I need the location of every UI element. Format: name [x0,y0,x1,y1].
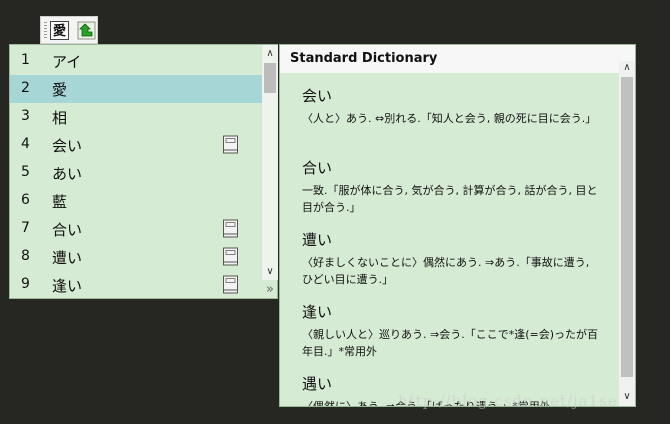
candidate-word: 相 [52,109,68,127]
candidate-word: アイ [52,53,82,71]
expand-button[interactable]: » [262,281,278,299]
dictionary-title: Standard Dictionary [280,45,635,73]
scroll-thumb[interactable] [264,63,276,93]
dict-scroll-down-button[interactable]: ∨ [619,389,635,405]
candidate-row[interactable]: 8 遭い [10,243,262,271]
dictionary-entries: 会い〈人と〉あう. ⇔別れる.「知人と会う, 親の死に目に会う.」合い一致.「服… [302,85,599,406]
candidate-number: 9 [21,276,30,292]
candidate-word: 逢い [52,277,83,295]
candidate-row[interactable]: 1 アイ [10,47,262,75]
candidate-row[interactable]: 9 逢い [10,271,262,299]
candidate-row[interactable]: 2愛 [10,75,262,103]
candidate-word: 遭い [52,249,83,267]
candidate-number: 7 [21,220,30,236]
candidate-number: 6 [21,192,30,208]
candidate-word: 愛 [52,81,68,99]
scroll-down-button[interactable]: ∨ [262,264,278,280]
candidate-row[interactable]: 7 合い [10,215,262,243]
candidate-number: 4 [21,136,30,152]
scroll-up-button[interactable]: ∧ [262,46,278,62]
dict-scroll-up-button[interactable]: ∧ [619,61,635,75]
candidate-word: あい [52,165,83,183]
dictionary-entry: 遭い〈好ましくないことに〉偶然にあう. ⇒あう.「事故に遭う, ひどい目に遭う.… [302,229,599,301]
candidate-word: 合い [52,221,83,239]
entry-definition: 〈好ましくないことに〉偶然にあう. ⇒あう.「事故に遭う, ひどい目に遭う.」 [302,256,590,286]
candidate-number: 8 [21,248,30,264]
green-arrow-icon[interactable] [77,21,96,40]
dictionary-book-icon[interactable] [222,219,239,238]
candidate-word: 藍 [52,193,68,211]
entry-headword: 会い [302,87,333,105]
candidate-row[interactable]: 3相 [10,103,262,131]
candidate-row[interactable]: 5 あい [10,159,262,187]
candidate-number: 1 [21,52,30,68]
dictionary-book-icon[interactable] [222,247,239,266]
dictionary-panel: Standard Dictionary 会い〈人と〉あう. ⇔別れる.「知人と会… [279,44,636,407]
candidate-number: 2 [21,80,30,96]
entry-headword: 逢い [302,303,333,321]
entry-definition: 〈人と〉あう. ⇔別れる.「知人と会う, 親の死に目に会う.」 [302,112,597,125]
dictionary-scrollbar[interactable]: ∧ ∨ [619,61,635,406]
dictionary-entry: 会い〈人と〉あう. ⇔別れる.「知人と会う, 親の死に目に会う.」 [302,85,599,157]
candidate-number: 5 [21,164,30,180]
entry-headword: 合い [302,159,333,177]
kanji-mode-button[interactable]: 愛 [50,21,69,40]
entry-headword: 遭い [302,231,333,249]
candidate-scrollbar[interactable]: ∧ ∨ [262,45,278,280]
entry-definition: 〈親しい人と〉巡りあう. ⇒会う.「ここで*逢(=会)ったが百年目.」*常用外 [302,328,599,358]
entry-definition: 一致.「服が体に合う, 気が合う, 計算が合う, 話が合う, 目と目が合う.」 [302,184,598,214]
ime-toolbar: 愛 [40,16,98,44]
dictionary-book-icon[interactable] [222,135,239,154]
watermark: http://blog.csdn.net/ja1se [398,392,618,410]
dictionary-entry: 逢い〈親しい人と〉巡りあう. ⇒会う.「ここで*逢(=会)ったが百年目.」*常用… [302,301,599,373]
dict-scroll-thumb[interactable] [621,77,633,377]
candidate-number: 3 [21,108,30,124]
toolbar-grip[interactable] [44,22,47,40]
candidate-row[interactable]: 4 会い [10,131,262,159]
candidate-row[interactable]: 6藍 [10,187,262,215]
candidate-window: 1 アイ 2 愛 3 相 4 会い 5 あい 6 藍 7 合い 8 遭い 9 逢い ∧ ∨ » [9,44,278,299]
candidate-word: 会い [52,137,83,155]
dictionary-entry: 合い一致.「服が体に合う, 気が合う, 計算が合う, 話が合う, 目と目が合う.… [302,157,599,229]
dictionary-book-icon[interactable] [222,275,239,294]
